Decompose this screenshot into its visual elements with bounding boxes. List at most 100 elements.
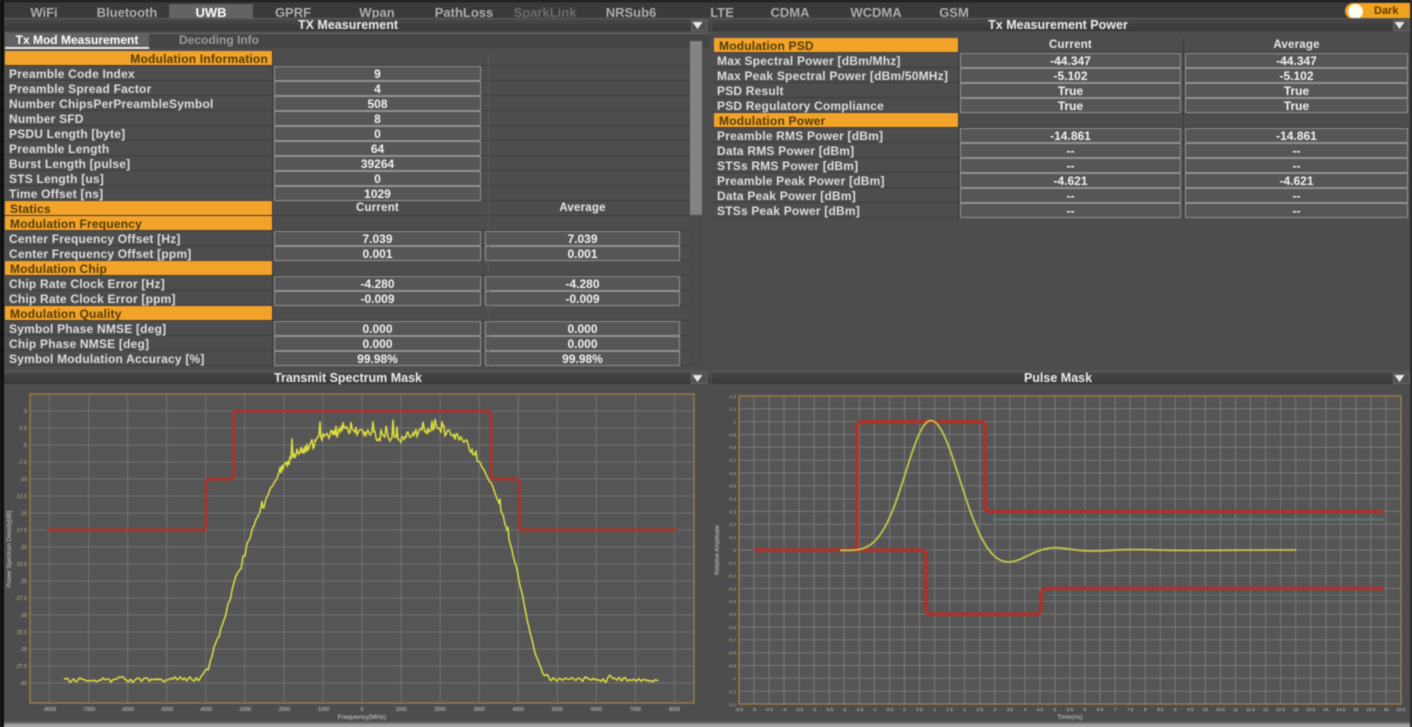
svg-text:10: 10 [1203,707,1209,712]
svg-text:0.5: 0.5 [729,484,736,489]
svg-text:16.5: 16.5 [1397,707,1406,712]
svg-text:-1: -1 [872,707,877,712]
svg-text:5000: 5000 [552,707,563,713]
svg-text:-5.5: -5.5 [735,707,743,712]
svg-text:-1: -1 [732,676,737,681]
svg-text:Time(ns): Time(ns) [1057,714,1082,721]
svg-text:1: 1 [733,420,736,425]
svg-text:4000: 4000 [513,707,524,713]
svg-text:8000: 8000 [669,707,680,713]
svg-text:0.6: 0.6 [729,471,736,476]
svg-text:0.8: 0.8 [729,445,736,450]
svg-text:-2.5: -2.5 [825,707,833,712]
svg-text:-30: -30 [20,613,28,619]
svg-text:6000: 6000 [591,707,602,713]
svg-text:-3000: -3000 [238,707,251,713]
svg-text:-5000: -5000 [160,707,173,713]
svg-text:-20: -20 [20,545,28,551]
svg-text:7: 7 [1114,707,1117,712]
svg-text:-0.2: -0.2 [728,574,736,579]
svg-text:-17.5: -17.5 [15,528,27,534]
svg-text:7000: 7000 [630,707,641,713]
svg-text:1.2: 1.2 [729,394,736,399]
svg-text:-0.5: -0.5 [728,612,736,617]
svg-text:-5: -5 [752,707,757,712]
svg-text:0: 0 [24,409,27,415]
svg-text:Power Spectrum Density[dB]: Power Spectrum Density[dB] [7,510,13,587]
svg-text:0.9: 0.9 [729,432,736,437]
svg-text:16: 16 [1383,707,1389,712]
svg-text:2000: 2000 [435,707,446,713]
svg-text:-0.7: -0.7 [728,638,736,643]
svg-text:3: 3 [994,707,997,712]
svg-text:-1.5: -1.5 [855,707,863,712]
svg-text:13.5: 13.5 [1306,707,1315,712]
svg-text:14: 14 [1323,707,1329,712]
svg-text:0.3: 0.3 [729,509,736,514]
svg-text:14.5: 14.5 [1336,707,1345,712]
svg-text:1: 1 [933,707,936,712]
svg-text:7.5: 7.5 [1127,707,1134,712]
svg-text:-3.5: -3.5 [795,707,803,712]
svg-text:5: 5 [1054,707,1057,712]
svg-text:-7.5: -7.5 [18,460,27,466]
svg-text:9.5: 9.5 [1187,707,1194,712]
svg-text:-12.5: -12.5 [15,494,27,500]
svg-text:3.5: 3.5 [1007,707,1014,712]
svg-text:-2000: -2000 [278,707,291,713]
svg-text:0: 0 [733,548,736,553]
svg-text:-0.3: -0.3 [728,586,736,591]
svg-text:-0.6: -0.6 [728,625,736,630]
svg-text:0.7: 0.7 [729,458,736,463]
svg-text:0.2: 0.2 [729,522,736,527]
svg-text:1.5: 1.5 [946,707,953,712]
svg-text:-25: -25 [20,579,28,585]
svg-text:2.5: 2.5 [977,707,984,712]
svg-text:-2.5: -2.5 [18,426,27,432]
svg-text:-10: -10 [20,477,28,483]
svg-text:0: 0 [361,707,364,713]
svg-text:-3: -3 [812,707,817,712]
svg-text:-0.5: -0.5 [886,707,894,712]
svg-text:-22.5: -22.5 [15,562,27,568]
svg-text:-4.5: -4.5 [765,707,773,712]
svg-text:12.5: 12.5 [1276,707,1285,712]
svg-text:4.5: 4.5 [1037,707,1044,712]
svg-text:-35: -35 [20,647,28,653]
svg-text:-1000: -1000 [317,707,330,713]
svg-text:12: 12 [1263,707,1269,712]
svg-text:-6000: -6000 [121,707,134,713]
svg-text:4: 4 [1024,707,1027,712]
svg-text:-0.1: -0.1 [728,561,736,566]
svg-text:15.5: 15.5 [1366,707,1375,712]
svg-text:1000: 1000 [396,707,407,713]
svg-text:11.5: 11.5 [1246,707,1255,712]
svg-text:-4000: -4000 [199,707,212,713]
svg-text:8: 8 [1144,707,1147,712]
svg-text:-8000: -8000 [43,707,56,713]
svg-text:13: 13 [1293,707,1299,712]
svg-text:10.5: 10.5 [1216,707,1225,712]
svg-text:-1.1: -1.1 [728,689,736,694]
svg-text:11: 11 [1233,707,1238,712]
svg-text:-4: -4 [782,707,787,712]
svg-text:9: 9 [1174,707,1177,712]
svg-text:6: 6 [1084,707,1087,712]
svg-text:1.1: 1.1 [729,407,736,412]
svg-text:5.5: 5.5 [1067,707,1074,712]
svg-text:-15: -15 [20,511,28,517]
svg-text:-0.8: -0.8 [728,651,736,656]
svg-text:0.5: 0.5 [916,707,923,712]
svg-text:6.5: 6.5 [1097,707,1104,712]
svg-text:Frequency(MHz): Frequency(MHz) [338,714,386,721]
svg-text:0.1: 0.1 [729,535,736,540]
svg-text:-27.5: -27.5 [15,596,27,602]
svg-text:-0.4: -0.4 [728,599,736,604]
svg-text:0: 0 [903,707,906,712]
svg-text:2: 2 [963,707,966,712]
svg-text:-0.9: -0.9 [728,663,736,668]
svg-text:-5: -5 [22,443,27,449]
svg-text:-32.5: -32.5 [15,630,27,636]
svg-text:-37.5: -37.5 [15,664,27,670]
svg-text:-2: -2 [842,707,847,712]
